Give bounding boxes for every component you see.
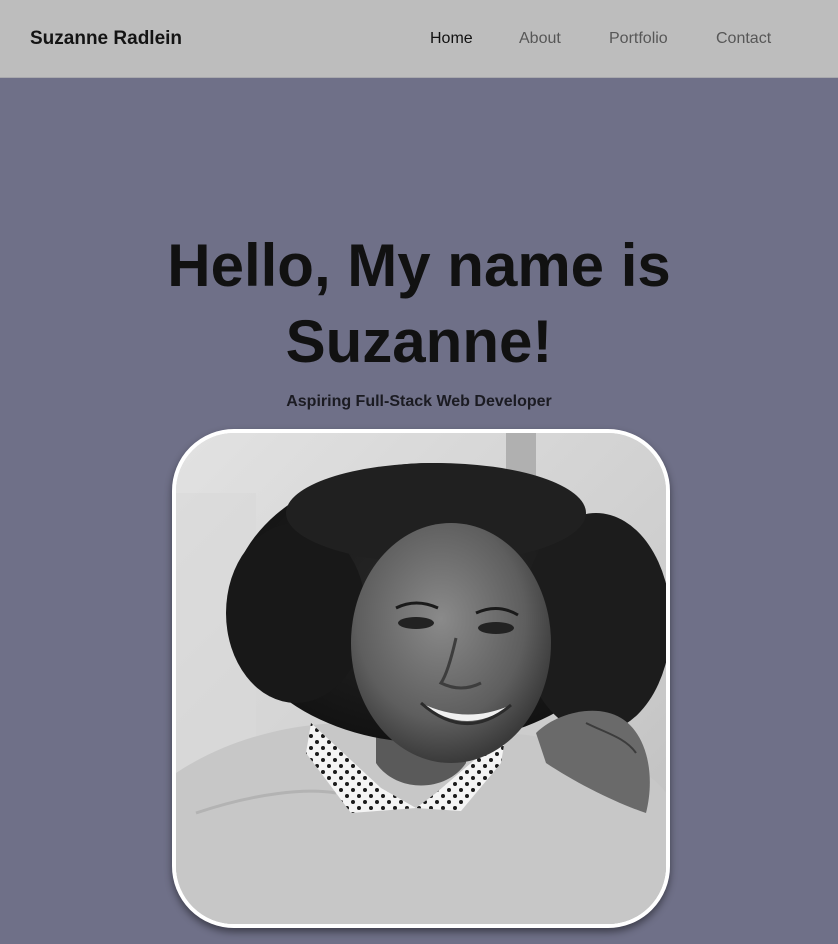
hero-subtitle: Aspiring Full-Stack Web Developer [286, 393, 552, 410]
hero-title-line1: Hello, My name is [167, 232, 671, 299]
nav-link-portfolio[interactable]: Portfolio [609, 29, 668, 49]
hero-title-line2: Suzanne! [285, 308, 553, 375]
profile-photo-illustration [176, 433, 666, 924]
nav-link-about[interactable]: About [519, 29, 561, 49]
nav-link-home[interactable]: Home [430, 29, 473, 49]
brand-link[interactable]: Suzanne Radlein [30, 27, 182, 51]
hero-title: Hello, My name is Suzanne! [0, 228, 838, 380]
nav-link-contact[interactable]: Contact [716, 29, 771, 49]
profile-photo [172, 429, 670, 928]
navbar: Suzanne Radlein Home About Portfolio Con… [0, 0, 838, 78]
